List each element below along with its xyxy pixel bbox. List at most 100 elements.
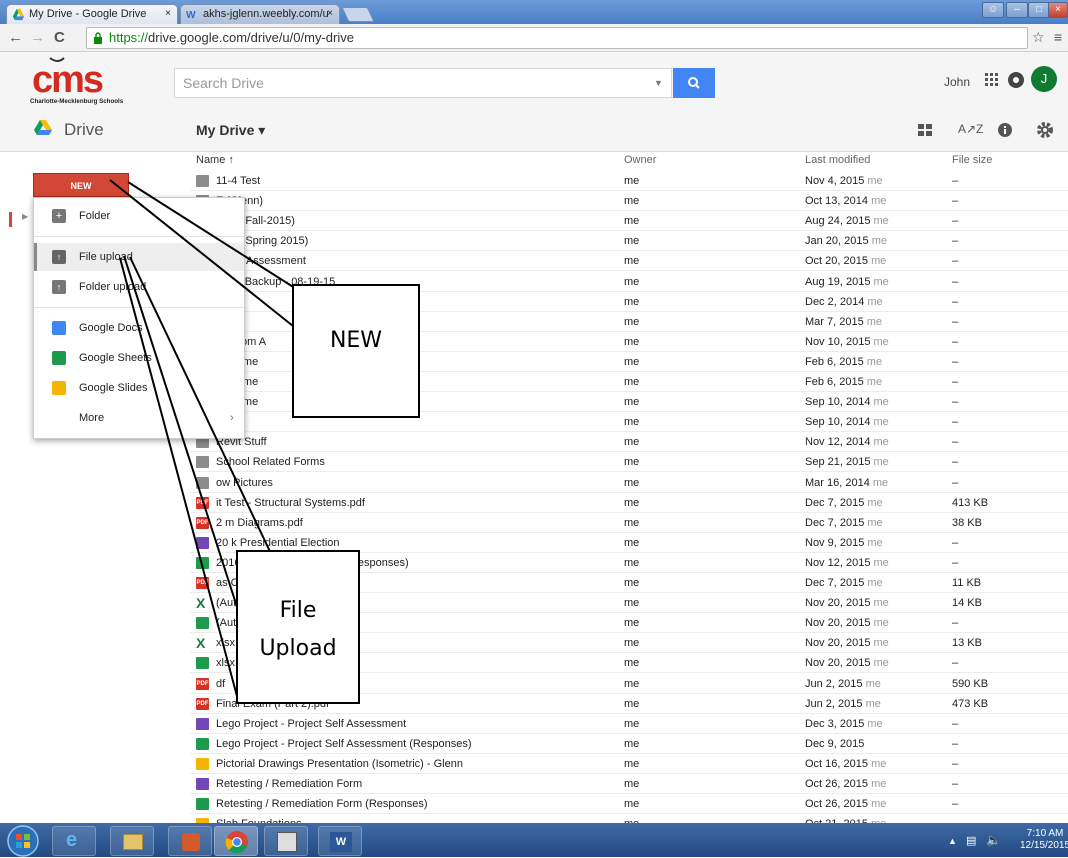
file-modified: Feb 6, 2015 me	[805, 376, 882, 388]
file-size: –	[952, 657, 959, 670]
maximize-icon[interactable]: □	[1028, 2, 1050, 18]
file-modified-date: Nov 12, 2014	[805, 436, 871, 449]
taskbar-chrome-icon[interactable]	[214, 826, 258, 856]
file-row[interactable]: ow Pictures me Mar 16, 2014 me –	[190, 473, 1068, 493]
tab-my-drive[interactable]: My Drive - Google Drive ×	[6, 4, 178, 24]
menu-item-file-upload[interactable]: ↑ File upload	[34, 243, 244, 271]
file-name: Retesting / Remediation Form (Responses)	[216, 798, 428, 811]
menu-divider	[34, 307, 244, 308]
user-profile-icon[interactable]: ☺	[982, 2, 1004, 18]
file-owner: me	[624, 778, 640, 790]
menu-item-google-sheets[interactable]: Google Sheets	[34, 344, 244, 372]
tab-close-icon[interactable]: ×	[165, 8, 171, 19]
taskbar-autocad-icon[interactable]	[264, 826, 308, 856]
search-options-icon[interactable]: ▼	[654, 78, 663, 88]
folder-upload-icon: ↑	[52, 280, 66, 294]
info-icon[interactable]	[997, 122, 1013, 138]
menu-item-more[interactable]: More ›	[34, 404, 244, 432]
tab-close-icon[interactable]: ×	[327, 8, 333, 19]
folder-icon	[196, 456, 209, 469]
file-row[interactable]: PDF it Test - Structural Systems.pdf me Dec…	[190, 493, 1068, 513]
file-row[interactable]: Pictorial Drawings Presentation (Isometr…	[190, 754, 1068, 774]
file-row[interactable]: School Related Forms me Sep 21, 2015 me –	[190, 452, 1068, 473]
new-button[interactable]: NEW	[33, 173, 129, 197]
file-modified-date: Dec 3, 2015	[805, 717, 865, 730]
reload-icon[interactable]: C	[54, 29, 65, 46]
file-row[interactable]: y Self Assessment me Oct 20, 2015 me –	[190, 251, 1068, 272]
sort-az-icon[interactable]: A↗Z	[958, 122, 983, 136]
file-row[interactable]: Revit Stuff me Nov 12, 2014 me –	[190, 432, 1068, 453]
file-row[interactable]: 11-4 Test me Nov 4, 2015 me –	[190, 171, 1068, 191]
volume-icon[interactable]: 🔈	[986, 833, 1001, 847]
file-modified: Mar 16, 2014 me	[805, 477, 888, 489]
start-button-icon[interactable]	[6, 824, 40, 858]
file-row[interactable]: PDF 2 m Diagrams.pdf me Dec 7, 2015 me 38 KB	[190, 513, 1068, 533]
menu-item-google-docs[interactable]: Google Docs	[34, 314, 244, 342]
menu-item-folder-upload[interactable]: ↑ Folder upload	[34, 273, 244, 301]
back-icon[interactable]: ←	[8, 29, 23, 46]
taskbar-explorer-icon[interactable]	[110, 826, 154, 856]
column-header-size[interactable]: File size	[952, 154, 992, 166]
address-bar[interactable]: https://drive.google.com/drive/u/0/my-dr…	[86, 27, 1028, 49]
file-modified: Oct 16, 2015 me	[805, 758, 886, 770]
tab-weebly[interactable]: W akhs-jglenn.weebly.com/u ×	[180, 4, 340, 24]
file-row[interactable]: Retesting / Remediation Form me Oct 26, 20…	[190, 774, 1068, 794]
network-icon[interactable]: ▤	[966, 834, 976, 847]
file-row[interactable]: sses (Fall-2015) me Aug 24, 2015 me –	[190, 211, 1068, 232]
drive-subheader	[0, 108, 1068, 152]
tray-show-hidden-icon[interactable]: ▲	[948, 836, 957, 846]
settings-gear-icon[interactable]	[1036, 121, 1054, 139]
apps-grid-icon[interactable]	[984, 72, 1000, 88]
file-row[interactable]: Retesting / Remediation Form (Responses)…	[190, 794, 1068, 815]
close-window-icon[interactable]: ×	[1048, 2, 1068, 18]
file-modified-by: me	[873, 215, 889, 228]
pdf-icon: PDF	[196, 677, 209, 690]
expand-caret-icon[interactable]: ▶	[22, 212, 28, 221]
forward-icon[interactable]: →	[30, 29, 45, 46]
file-modified-date: Aug 24, 2015	[805, 215, 871, 228]
avatar[interactable]: J	[1031, 66, 1057, 92]
file-size: –	[952, 456, 959, 469]
file-owner: me	[624, 717, 640, 730]
file-modified: Feb 6, 2015 me	[805, 356, 882, 368]
file-modified: Dec 7, 2015 me	[805, 577, 883, 589]
grid-view-icon[interactable]	[918, 124, 932, 136]
column-header-owner[interactable]: Owner	[624, 154, 656, 166]
file-size: –	[952, 315, 959, 328]
column-header-name[interactable]: Name ↑	[196, 154, 234, 166]
app-title: Drive	[64, 120, 104, 139]
new-menu: + Folder ↑ File upload ↑ Folder upload G…	[33, 197, 245, 439]
file-row[interactable]: Lego Project - Project Self Assessment (…	[190, 734, 1068, 754]
taskbar-ie-icon[interactable]: e	[52, 826, 96, 856]
sheet-icon	[196, 556, 209, 569]
search-input[interactable]: Search Drive	[174, 68, 672, 98]
file-row[interactable]: E (Glenn)meOct 13, 2014 me–	[190, 191, 1068, 212]
google-drive-logo-icon	[34, 120, 52, 135]
search-icon	[688, 77, 700, 89]
docs-icon	[52, 321, 66, 335]
form-icon	[196, 778, 209, 790]
new-tab-button[interactable]	[341, 7, 375, 22]
file-modified-by: me	[871, 757, 887, 770]
callout-file-upload: File Upload	[236, 550, 360, 704]
menu-item-folder[interactable]: + Folder	[34, 202, 244, 230]
file-owner: me	[624, 195, 640, 208]
search-button[interactable]	[673, 68, 715, 98]
file-row[interactable]: sses (Spring 2015) me Jan 20, 2015 me –	[190, 231, 1068, 252]
taskbar-media-player-icon[interactable]	[168, 826, 212, 856]
notifications-icon[interactable]	[1007, 71, 1025, 89]
menu-icon[interactable]: ≡	[1054, 29, 1062, 45]
location-dropdown[interactable]: My Drive ▾	[196, 122, 265, 139]
file-modified-by: me	[866, 315, 883, 328]
minimize-icon[interactable]: –	[1006, 2, 1028, 18]
system-clock[interactable]: 7:10 AM 12/15/2015	[1020, 828, 1068, 852]
file-name: Retesting / Remediation Form	[216, 778, 363, 790]
file-row[interactable]: Lego Project - Project Self Assessment me…	[190, 714, 1068, 734]
menu-item-google-slides[interactable]: Google Slides	[34, 374, 244, 402]
file-owner: me	[624, 436, 640, 449]
taskbar-word-icon[interactable]: W	[318, 826, 362, 856]
file-modified-by: me	[873, 436, 889, 449]
bookmark-star-icon[interactable]: ☆	[1032, 29, 1045, 46]
column-header-modified[interactable]: Last modified	[805, 154, 870, 166]
file-size: –	[952, 717, 959, 730]
